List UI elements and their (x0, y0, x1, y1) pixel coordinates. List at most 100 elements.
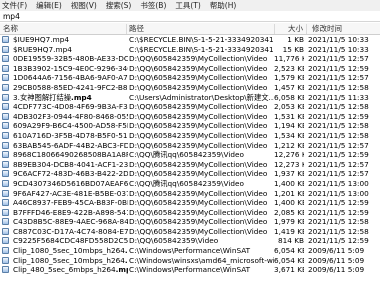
file-name-text: 609A29F9-B6C4-4500-AD58-F5D52B3... (13, 121, 128, 131)
table-row[interactable]: B7FFFD46-E8E9-422B-A898-541625B...D:\QQ\… (0, 208, 380, 218)
column-header-date[interactable]: 修改时间 (312, 23, 342, 35)
table-row[interactable]: 4DB302F3-0944-4F80-8468-0556003D...D:\QQ… (0, 112, 380, 122)
table-row[interactable]: Clip_1080_5sec_10mbps_h264.mp4C:\Windows… (0, 256, 380, 266)
table-row[interactable]: C887C03C-D17A-4C74-8084-E7345B9...D:\QQ\… (0, 227, 380, 237)
file-cell-icon (2, 236, 12, 246)
table-row[interactable]: 3.女神图解打结操.mp4 C:\Users\Administrator\Desk… (0, 93, 380, 103)
file-name-text: 9C6ACF72-483D-46B3-B422-2DE43FEE... (13, 169, 128, 179)
column-divider[interactable] (274, 24, 275, 34)
table-row[interactable]: 8B9EB304-DCB8-4041-ACF1-23B284E...D:\QQ\… (0, 160, 380, 170)
file-name: 8968C18066490268508BA1A8F76CFC... (13, 150, 128, 160)
video-file-icon (2, 237, 9, 245)
file-date: 2021/11/5 12:57 (308, 159, 369, 169)
file-cell-icon (2, 131, 12, 141)
file-date: 2021/11/5 12:58 (308, 130, 369, 140)
file-name-text: $IUE9HQ7.mp4 (13, 35, 69, 44)
file-date: 2021/11/5 12:59 (308, 198, 369, 208)
search-input[interactable] (0, 11, 376, 21)
table-row[interactable]: 9F6AF427-AC3E-481E-B5BE-037881BE...D:\QQ… (0, 189, 380, 199)
file-name-text: $RUE9HQ7.mp4 (13, 44, 72, 54)
menu-item[interactable]: 视图(V) (71, 0, 97, 11)
file-name-text: C887C03C-D17A-4C74-8084-E7345B9... (13, 226, 128, 236)
column-header-size[interactable]: 大小 (288, 23, 303, 35)
column-header-name[interactable]: 名称 (3, 23, 18, 35)
file-date: 2021/11/5 10:33 (308, 44, 369, 54)
menu-item[interactable]: 书签(B) (140, 0, 166, 11)
file-name-text: 29CB0588-85ED-4241-9FC2-B8ECF0D7... (13, 82, 128, 92)
menu-item[interactable]: 编辑(E) (36, 0, 62, 11)
table-row[interactable]: 9C6ACF72-483D-46B3-B422-2DE43FEE...D:\QQ… (0, 169, 380, 179)
table-row[interactable]: 1B3B3902-15C9-4E0C-9296-34CC2353...D:\QQ… (0, 64, 380, 74)
menu-item[interactable]: 搜索(S) (106, 0, 132, 11)
table-row[interactable]: 63BAB545-6ADF-44B2-ABC3-FDEAEB9...D:\QQ\… (0, 141, 380, 151)
column-divider[interactable] (306, 24, 307, 34)
table-row[interactable]: 4CDF773C-4D08-4F69-9B3A-F33D463F...D:\QQ… (0, 102, 380, 112)
file-name-text: A46C8937-FEB9-45CA-B83F-0BD400A8... (13, 198, 128, 208)
video-file-icon (2, 74, 9, 82)
file-size: 1,419 KB (274, 226, 304, 236)
table-row[interactable]: $IUE9HQ7.mp4 C:\$RECYCLE.BIN\S-1-5-21-333… (0, 35, 380, 45)
file-date: 2021/11/5 12:58 (308, 82, 369, 92)
table-row[interactable]: $RUE9HQ7.mp4 C:\$RECYCLE.BIN\S-1-5-21-333… (0, 45, 380, 55)
table-row[interactable]: 0DE19559-32B5-480B-AE33-DC04FB6...D:\QQ\… (0, 54, 380, 64)
file-name: Clip_480_5sec_6mbps_h264.mp4 (13, 265, 128, 275)
file-path: D:\QQ\605842359\MyCollection\Video (129, 102, 268, 112)
file-name-text: Clip_1080_5sec_10mbps_h264 (13, 255, 125, 265)
file-cell-icon (2, 179, 12, 189)
table-row[interactable]: 9CD4307346D5616BD07AEAF6EA91AF...C:\QQ\腾… (0, 179, 380, 189)
file-date: 2021/11/5 12:57 (308, 54, 369, 64)
file-cell-icon (2, 93, 12, 103)
table-row[interactable]: 8968C18066490268508BA1A8F76CFC...C:\QQ\腾… (0, 150, 380, 160)
file-cell-icon (2, 64, 12, 74)
table-row[interactable]: A46C8937-FEB9-45CA-B83F-0BD400A8...D:\QQ… (0, 198, 380, 208)
file-name-match: .mp4 (124, 246, 128, 256)
file-date: 2009/6/11 5:09 (308, 246, 365, 256)
file-path: C:\Windows\winsxs\amd64_microsoft-wi... (129, 255, 274, 265)
menu-item[interactable]: 文件(F) (2, 0, 27, 11)
file-name-text: 8B9EB304-DCB8-4041-ACF1-23B284E... (13, 159, 128, 169)
file-date: 2021/11/5 12:57 (308, 73, 369, 83)
file-size: 1,937 KB (274, 169, 304, 179)
table-row[interactable]: Clip_480_5sec_6mbps_h264.mp4C:\Windows\P… (0, 265, 380, 275)
file-path: C:\Users\Administrator\Desktop\新建文... (129, 92, 274, 102)
menu-item[interactable]: 工具(T) (175, 0, 200, 11)
file-size: 1,979 KB (274, 217, 304, 227)
video-file-icon (2, 112, 9, 120)
video-file-icon (2, 247, 9, 255)
file-cell-icon (2, 246, 12, 256)
file-name: A46C8937-FEB9-45CA-B83F-0BD400A8... (13, 198, 128, 208)
file-date: 2021/11/5 12:59 (308, 63, 369, 73)
file-size: 1,534 KB (274, 130, 304, 140)
table-row[interactable]: 610A716D-3F5B-4D78-B5F0-518CA612...D:\QQ… (0, 131, 380, 141)
file-name-match: .mp4 (124, 255, 128, 265)
table-row[interactable]: Clip_1080_5sec_10mbps_h264.mp4C:\Windows… (0, 246, 380, 256)
file-name-text: 8968C18066490268508BA1A8F76CFC... (13, 150, 128, 160)
file-path: D:\QQ\605842359\MyCollection\Video (129, 54, 268, 64)
file-path: D:\QQ\605842359\MyCollection\Video (129, 207, 268, 217)
video-file-icon (2, 179, 9, 187)
file-cell-icon (2, 83, 12, 93)
column-divider[interactable] (126, 24, 127, 34)
video-file-icon (2, 218, 9, 226)
file-path: D:\QQ\605842359\MyCollection\Video (129, 121, 268, 131)
menu-item[interactable]: 帮助(H) (210, 0, 237, 11)
file-name: 29CB0588-85ED-4241-9FC2-B8ECF0D7... (13, 83, 128, 93)
file-path: D:\QQ\605842359\MyCollection\Video (129, 198, 268, 208)
file-date: 2021/11/5 12:59 (308, 111, 369, 121)
video-file-icon (2, 151, 9, 159)
table-row[interactable]: 1D0644A6-7156-4BA6-9AF0-A7FD26B...D:\QQ\… (0, 73, 380, 83)
table-row[interactable]: C9225F5684CDC48FD558D2C523C37A...D:\QQ\6… (0, 236, 380, 246)
file-path: D:\QQ\605842359\MyCollection\Video (129, 140, 268, 150)
file-path: C:\Windows\Performance\WinSAT (129, 265, 251, 275)
table-row[interactable]: C43D8B5C-88E9-4AEC-968A-84BA59D...D:\QQ\… (0, 217, 380, 227)
file-name: Clip_1080_5sec_10mbps_h264.mp4 (13, 256, 128, 266)
table-row[interactable]: 609A29F9-B6C4-4500-AD58-F5D52B3...D:\QQ\… (0, 121, 380, 131)
column-header-path[interactable]: 路径 (129, 23, 144, 35)
file-name-text: C43D8B5C-88E9-4AEC-968A-84BA59D... (13, 217, 128, 227)
file-date: 2021/11/5 12:59 (308, 150, 369, 160)
file-name-text: 9F6AF427-AC3E-481E-B5BE-037881BE... (13, 188, 128, 198)
table-row[interactable]: 29CB0588-85ED-4241-9FC2-B8ECF0D7...D:\QQ… (0, 83, 380, 93)
file-path: C:\QQ\腾讯qq\605842359\Video (129, 178, 244, 188)
file-name-text: Clip_1080_5sec_10mbps_h264 (13, 246, 125, 256)
file-path: D:\QQ\605842359\MyCollection\Video (129, 188, 268, 198)
